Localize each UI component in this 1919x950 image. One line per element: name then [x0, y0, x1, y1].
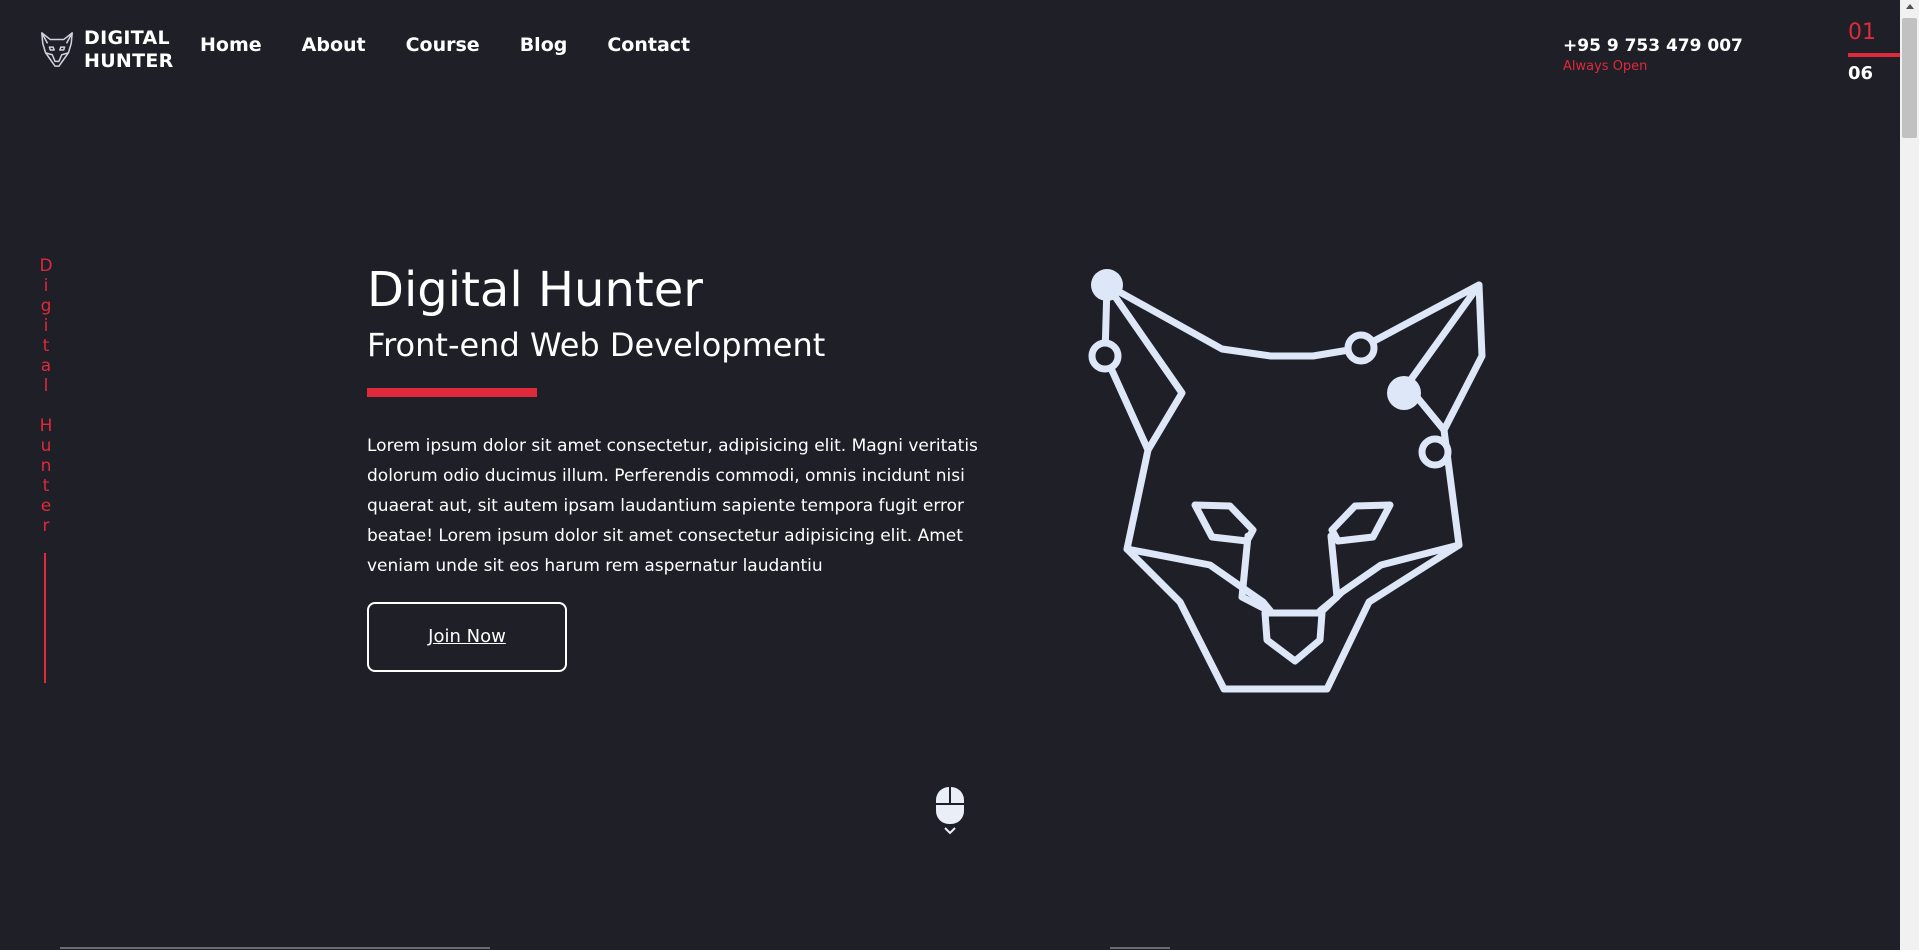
- side-label-letter: D: [39, 256, 53, 276]
- page-scrollbar[interactable]: [1900, 0, 1919, 950]
- contact-info: +95 9 753 479 007 Always Open: [1563, 36, 1743, 74]
- side-label-letter: l: [43, 376, 49, 396]
- side-label-letter: u: [40, 436, 52, 456]
- side-label-letter: g: [40, 296, 52, 316]
- side-label-letter: i: [43, 316, 49, 336]
- hero-subtitle: Front-end Web Development: [367, 326, 826, 364]
- hero-accent-bar: [367, 388, 537, 397]
- side-label-letter: i: [43, 276, 49, 296]
- nav-course[interactable]: Course: [406, 34, 480, 56]
- side-vertical-label: D i g i t a l H u n t e r: [36, 256, 56, 536]
- slide-progress-bar: [1848, 53, 1900, 57]
- fox-head-line-art-icon: [1088, 269, 1486, 693]
- side-label-letter: n: [40, 456, 52, 476]
- brand-logo[interactable]: DIGITAL HUNTER: [38, 27, 174, 73]
- side-vertical-line: [44, 553, 46, 683]
- hero-section: Digital Hunter Front-end Web Development…: [367, 258, 987, 672]
- scrollbar-thumb[interactable]: [1902, 18, 1917, 138]
- slide-current-number: 01: [1848, 20, 1876, 45]
- hero-title: Digital Hunter: [367, 262, 703, 318]
- phone-number[interactable]: +95 9 753 479 007: [1563, 36, 1743, 56]
- side-label-letter: e: [40, 496, 52, 516]
- section-divider: [60, 947, 490, 949]
- side-label-letter: t: [42, 336, 50, 356]
- hero-description: Lorem ipsum dolor sit amet consectetur, …: [367, 436, 978, 576]
- side-label-letter: a: [40, 356, 52, 376]
- nav-home[interactable]: Home: [200, 34, 262, 56]
- opening-hours: Always Open: [1563, 59, 1648, 74]
- side-label-spacer: [36, 396, 56, 416]
- join-now-button[interactable]: Join Now: [367, 602, 567, 672]
- nav-contact[interactable]: Contact: [607, 34, 690, 56]
- side-label-letter: t: [42, 476, 50, 496]
- side-label-letter: H: [39, 416, 53, 436]
- section-divider: [1110, 947, 1170, 949]
- slide-total-number: 06: [1848, 63, 1874, 84]
- fox-head-icon: [41, 32, 73, 67]
- brand-name-line-1: DIGITAL: [84, 27, 170, 49]
- slide-counter: 01 06: [1848, 20, 1900, 84]
- scroll-up-arrow-icon[interactable]: [1906, 4, 1914, 9]
- side-label-letter: r: [42, 516, 50, 536]
- brand-name-line-2: HUNTER: [84, 50, 174, 72]
- main-nav: Home About Course Blog Contact: [200, 34, 690, 56]
- mouse-scroll-icon[interactable]: [935, 785, 965, 837]
- nav-blog[interactable]: Blog: [520, 34, 568, 56]
- nav-about[interactable]: About: [302, 34, 366, 56]
